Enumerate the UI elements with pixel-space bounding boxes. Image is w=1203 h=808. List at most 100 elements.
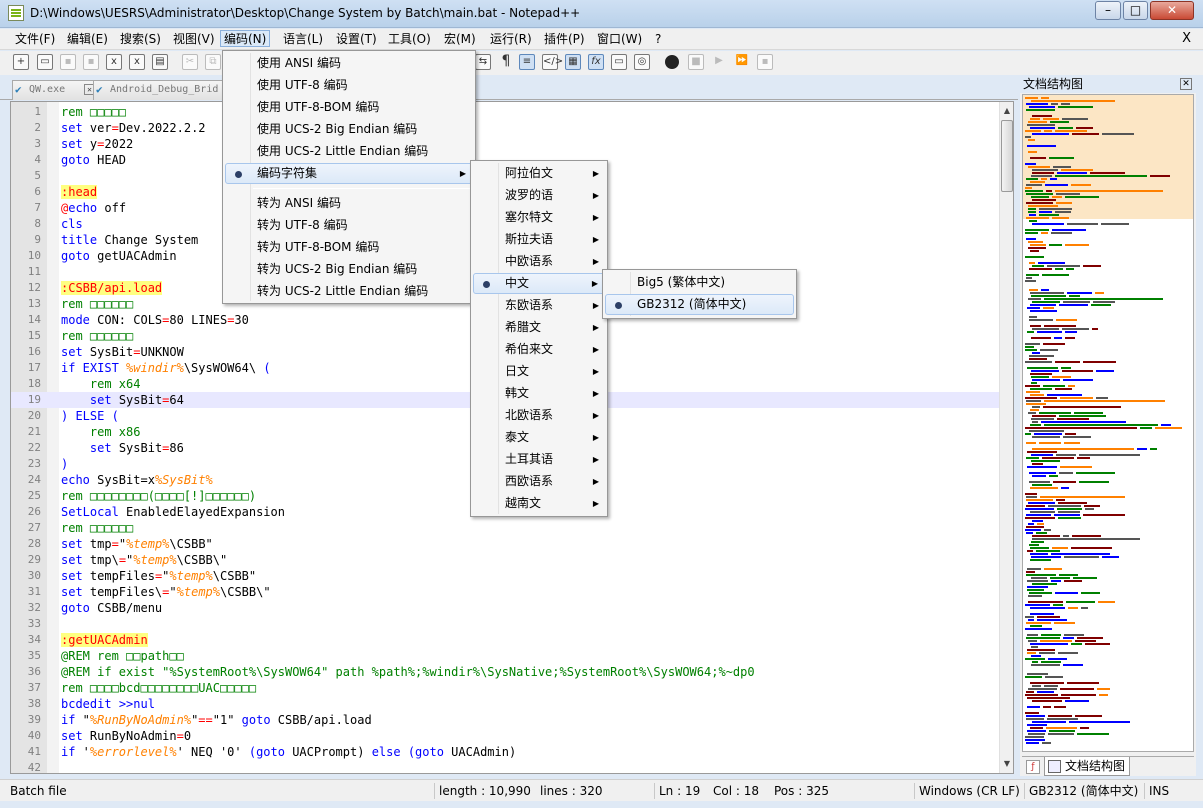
close-file-icon[interactable]: x <box>106 54 122 70</box>
open-file-icon[interactable]: ▭ <box>37 54 53 70</box>
code-line[interactable]: 29 set tmp\="%temp%\CSBB\" <box>11 552 1001 568</box>
code-line[interactable]: 41 if '%errorlevel%' NEQ '0' (goto UACPro… <box>11 744 1001 760</box>
menu-run[interactable]: 运行(R) <box>487 31 535 48</box>
copy-icon[interactable]: ⧉ <box>205 54 221 70</box>
charset-item[interactable]: 东欧语系 ▶ <box>473 295 605 316</box>
close-all-icon[interactable]: x <box>129 54 145 70</box>
menu-item-convert-ansi[interactable]: 转为 ANSI 编码 <box>225 193 473 214</box>
minimize-button[interactable]: – <box>1095 1 1121 20</box>
menu-search[interactable]: 搜索(S) <box>117 31 164 48</box>
code-line[interactable]: 1 rem □□□□□ <box>11 104 1001 120</box>
menu-item-use-utf8[interactable]: 使用 UTF-8 编码 <box>225 75 473 96</box>
menu-item-use-ucs2-le[interactable]: 使用 UCS-2 Little Endian 编码 <box>225 141 473 162</box>
play-macro-icon[interactable]: ▶ <box>711 54 727 70</box>
save-macro-icon[interactable]: ▪ <box>757 54 773 70</box>
close-window-button[interactable]: ✕ <box>1150 1 1194 20</box>
pilcrow-icon[interactable]: ¶ <box>498 54 514 70</box>
charset-item[interactable]: 波罗的语 ▶ <box>473 185 605 206</box>
charset-item[interactable]: 中欧语系 ▶ <box>473 251 605 272</box>
code-line[interactable]: 37 rem □□□□bcd□□□□□□□□UAC□□□□□ <box>11 680 1001 696</box>
cut-icon[interactable]: ✂ <box>182 54 198 70</box>
document-map-line <box>1030 373 1052 375</box>
run-multiple-macro-icon[interactable]: ⏩ <box>734 54 750 70</box>
charset-item[interactable]: 希腊文 ▶ <box>473 317 605 338</box>
tab-android-debug-bridge[interactable]: ✔ Android_Debug_Brid <box>93 80 223 100</box>
code-line[interactable]: 36 @REM if exist "%SystemRoot%\SysWOW64" … <box>11 664 1001 680</box>
document-map-close-icon[interactable]: ✕ <box>1180 78 1192 90</box>
document-map-line <box>1074 412 1103 414</box>
code-line[interactable]: 38 bcdedit >>nul <box>11 696 1001 712</box>
code-line[interactable]: 2 set ver=Dev.2022.2.2 <box>11 120 1001 136</box>
print-icon[interactable]: ▤ <box>152 54 168 70</box>
menu-item-charset[interactable]: 编码字符集 ▶ <box>225 163 473 184</box>
menu-item-convert-ucs2-be[interactable]: 转为 UCS-2 Big Endian 编码 <box>225 259 473 280</box>
code-line[interactable]: 3 set y=2022 <box>11 136 1001 152</box>
vertical-scrollbar[interactable]: ▲ ▼ <box>999 102 1013 773</box>
function-list-tab-icon[interactable]: ƒ <box>1026 760 1040 774</box>
code-token: @REM rem □□path□□ <box>61 649 184 663</box>
menu-item-use-ucs2-be[interactable]: 使用 UCS-2 Big Endian 编码 <box>225 119 473 140</box>
charset-item[interactable]: 越南文 ▶ <box>473 493 605 514</box>
code-line[interactable]: 42 <box>11 760 1001 773</box>
record-macro-icon[interactable] <box>665 55 679 69</box>
code-line[interactable]: 33 <box>11 616 1001 632</box>
menu-item-use-ansi[interactable]: 使用 ANSI 编码 <box>225 53 473 74</box>
menu-file[interactable]: 文件(F) <box>12 31 58 48</box>
code-line[interactable]: 30 set tempFiles="%temp%\CSBB" <box>11 568 1001 584</box>
code-line[interactable]: 31 set tempFiles\="%temp%\CSBB\" <box>11 584 1001 600</box>
menu-encoding[interactable]: 编码(N) <box>220 30 271 47</box>
menu-item-convert-ucs2-le[interactable]: 转为 UCS-2 Little Endian 编码 <box>225 281 473 302</box>
monitor-icon[interactable]: ▭ <box>611 54 627 70</box>
save-all-icon[interactable]: ▪ <box>83 54 99 70</box>
menu-item-gb2312[interactable]: GB2312 (简体中文) <box>605 294 794 315</box>
menu-window[interactable]: 窗口(W) <box>594 31 645 48</box>
code-line[interactable]: 40 set RunByNoAdmin=0 <box>11 728 1001 744</box>
code-line[interactable]: 28 set tmp="%temp%\CSBB" <box>11 536 1001 552</box>
menu-edit[interactable]: 编辑(E) <box>64 31 111 48</box>
code-line[interactable]: 34:getUACAdmin <box>11 632 1001 648</box>
menu-view[interactable]: 视图(V) <box>170 31 218 48</box>
charset-item[interactable]: 日文 ▶ <box>473 361 605 382</box>
charset-item[interactable]: 西欧语系 ▶ <box>473 471 605 492</box>
scroll-down-arrow-icon[interactable]: ▼ <box>1001 757 1013 771</box>
menu-help[interactable]: ? <box>652 31 664 48</box>
save-icon[interactable]: ▪ <box>60 54 76 70</box>
code-line[interactable]: 32 goto CSBB/menu <box>11 600 1001 616</box>
function-list-icon[interactable]: fx <box>588 54 604 70</box>
charset-item[interactable]: 泰文 ▶ <box>473 427 605 448</box>
close-document-x[interactable]: X <box>1182 31 1191 46</box>
menu-tools[interactable]: 工具(O) <box>385 31 434 48</box>
scrollbar-thumb[interactable] <box>1001 120 1013 192</box>
scroll-up-arrow-icon[interactable]: ▲ <box>1001 104 1013 118</box>
menu-item-convert-utf8[interactable]: 转为 UTF-8 编码 <box>225 215 473 236</box>
charset-item[interactable]: 北欧语系 ▶ <box>473 405 605 426</box>
code-line[interactable]: 27 rem □□□□□□ <box>11 520 1001 536</box>
tab-qw-exe[interactable]: ✔ QW.exe ✕ <box>12 80 98 100</box>
maximize-button[interactable]: □ <box>1123 1 1148 20</box>
menu-plugins[interactable]: 插件(P) <box>541 31 588 48</box>
charset-item[interactable]: 土耳其语 ▶ <box>473 449 605 470</box>
charset-item[interactable]: 中文 ▶ <box>473 273 605 294</box>
menu-item-convert-utf8-bom[interactable]: 转为 UTF-8-BOM 编码 <box>225 237 473 258</box>
charset-item[interactable]: 阿拉伯文 ▶ <box>473 163 605 184</box>
menu-macro[interactable]: 宏(M) <box>441 31 479 48</box>
charset-item[interactable]: 斯拉夫语 ▶ <box>473 229 605 250</box>
menu-settings[interactable]: 设置(T) <box>333 31 380 48</box>
charset-item[interactable]: 塞尔特文 ▶ <box>473 207 605 228</box>
word-wrap-icon[interactable]: ⇆ <box>475 54 491 70</box>
document-map-tab[interactable]: 文档结构图 <box>1044 757 1131 776</box>
charset-item[interactable]: 韩文 ▶ <box>473 383 605 404</box>
code-line[interactable]: 35 @REM rem □□path□□ <box>11 648 1001 664</box>
document-map-icon[interactable]: ▦ <box>565 54 581 70</box>
code-line[interactable]: 39 if "%RunByNoAdmin%"=="1" goto CSBB/api… <box>11 712 1001 728</box>
charset-item[interactable]: 希伯来文 ▶ <box>473 339 605 360</box>
menu-language[interactable]: 语言(L) <box>280 31 326 48</box>
new-file-icon[interactable]: + <box>13 54 29 70</box>
indent-guide-icon[interactable]: ≡ <box>519 54 535 70</box>
menu-item-big5[interactable]: Big5 (繁体中文) <box>605 272 794 293</box>
folder-workspace-icon[interactable]: ◎ <box>634 54 650 70</box>
document-map-view[interactable] <box>1022 94 1194 752</box>
xml-tag-icon[interactable]: </> <box>542 54 563 70</box>
stop-macro-icon[interactable]: ■ <box>688 54 704 70</box>
menu-item-use-utf8-bom[interactable]: 使用 UTF-8-BOM 编码 <box>225 97 473 118</box>
